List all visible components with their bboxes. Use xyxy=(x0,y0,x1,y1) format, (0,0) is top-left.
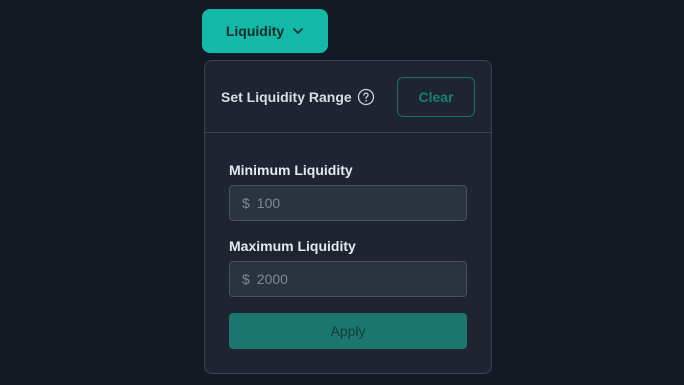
minimum-liquidity-field[interactable]: $ xyxy=(229,185,467,221)
clear-button[interactable]: Clear xyxy=(397,77,475,117)
chevron-down-icon xyxy=(293,28,303,34)
liquidity-filter-label: Liquidity xyxy=(225,23,285,39)
maximum-liquidity-input[interactable] xyxy=(256,271,466,287)
currency-symbol: $ xyxy=(242,271,250,287)
page-root: Liquidity Set Liquidity Range Clear Mini… xyxy=(0,0,684,385)
maximum-liquidity-label: Maximum Liquidity xyxy=(229,238,356,254)
liquidity-range-panel: Set Liquidity Range Clear Minimum Liquid… xyxy=(204,60,492,374)
liquidity-filter-button[interactable]: Liquidity xyxy=(202,9,328,53)
minimum-liquidity-input[interactable] xyxy=(256,195,466,211)
currency-symbol: $ xyxy=(242,195,250,211)
minimum-liquidity-label: Minimum Liquidity xyxy=(229,162,353,178)
apply-button[interactable]: Apply xyxy=(229,313,467,349)
panel-header: Set Liquidity Range Clear xyxy=(205,61,491,133)
question-circle-icon[interactable] xyxy=(357,88,375,106)
maximum-liquidity-field[interactable]: $ xyxy=(229,261,467,297)
panel-title: Set Liquidity Range xyxy=(221,89,352,105)
